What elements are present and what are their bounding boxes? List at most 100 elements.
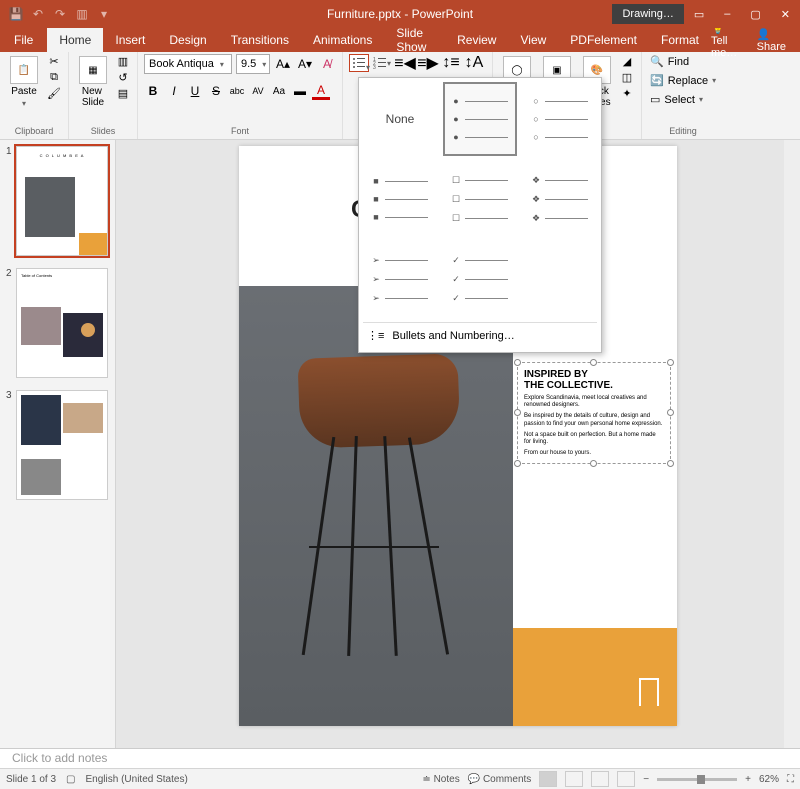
line-spacing-icon[interactable]: ↕≡ xyxy=(441,54,461,72)
bullet-option-blank[interactable] xyxy=(523,242,597,316)
bullet-option-check[interactable]: ✓ ✓ ✓ xyxy=(443,242,517,316)
comments-toggle[interactable]: 💬 Comments xyxy=(468,774,532,785)
redo-icon[interactable]: ↷ xyxy=(52,6,68,22)
bullets-dropdown: None ● ● ● ○ ○ ○ ■ ■ ■ ☐ ☐ ☐ ❖ ❖ ❖ ➢ ➢ xyxy=(358,77,602,353)
strike-button[interactable]: S xyxy=(207,82,225,100)
bullet-option-hollow-square[interactable]: ☐ ☐ ☐ xyxy=(443,162,517,236)
italic-button[interactable]: I xyxy=(165,82,183,100)
language-indicator[interactable]: English (United States) xyxy=(86,774,188,785)
numbering-button[interactable]: 123▾ xyxy=(372,54,392,72)
paste-icon: 📋 xyxy=(10,56,38,84)
group-font: Book Antiqua▾ 9.5▾ A▴ A▾ A̸ B I U S abc … xyxy=(138,52,343,139)
new-slide-button[interactable]: ▦ New Slide xyxy=(75,54,111,110)
sorter-view-button[interactable] xyxy=(565,771,583,787)
spell-check-icon[interactable]: ▢ xyxy=(66,774,75,785)
slide-thumbnail-1[interactable]: C O L U M B E A xyxy=(16,146,108,256)
tab-format[interactable]: Format xyxy=(649,28,711,52)
tab-review[interactable]: Review xyxy=(445,28,508,52)
tab-slideshow[interactable]: Slide Show xyxy=(384,28,445,52)
share-button[interactable]: 👤 Share xyxy=(757,28,786,53)
text-direction-icon[interactable]: ↕A xyxy=(464,54,484,72)
tab-pdfelement[interactable]: PDFelement xyxy=(558,28,649,52)
shrink-font-icon[interactable]: A▾ xyxy=(296,55,314,73)
zoom-out-button[interactable]: − xyxy=(643,774,649,785)
highlight-icon[interactable]: ▬ xyxy=(291,82,309,100)
notes-pane[interactable]: Click to add notes xyxy=(0,748,800,768)
case-button[interactable]: Aa xyxy=(270,82,288,100)
textbox-para: Not a space built on perfection. But a h… xyxy=(524,432,664,446)
bullets-button[interactable]: ▾ xyxy=(349,54,369,72)
normal-view-button[interactable] xyxy=(539,771,557,787)
bullet-option-square[interactable]: ■ ■ ■ xyxy=(363,162,437,236)
tab-insert[interactable]: Insert xyxy=(103,28,157,52)
thumbnail-pane[interactable]: 1 C O L U M B E A 2 Table of Contents 3 xyxy=(0,140,116,748)
select-button[interactable]: ▭ Select ▾ xyxy=(648,92,705,107)
vertical-scrollbar[interactable] xyxy=(784,140,800,748)
close-button[interactable]: ✕ xyxy=(771,4,800,25)
bullet-option-circle[interactable]: ○ ○ ○ xyxy=(523,82,597,156)
increase-indent-icon[interactable]: ≡▶ xyxy=(418,54,438,72)
tab-view[interactable]: View xyxy=(508,28,558,52)
bullet-option-star[interactable]: ❖ ❖ ❖ xyxy=(523,162,597,236)
textbox-para: From our house to yours. xyxy=(524,450,664,457)
tab-home[interactable]: Home xyxy=(47,28,103,52)
shadow-button[interactable]: abc xyxy=(228,82,246,100)
notes-toggle[interactable]: ≐ Notes xyxy=(422,774,459,785)
bold-button[interactable]: B xyxy=(144,82,162,100)
tab-file[interactable]: File xyxy=(0,28,47,52)
group-editing: 🔍 Find 🔄 Replace ▾ ▭ Select ▾ Editing xyxy=(642,52,724,139)
reading-view-button[interactable] xyxy=(591,771,609,787)
save-icon[interactable]: 💾 xyxy=(8,6,24,22)
title-bar: 💾 ↶ ↷ ▥ ▾ Furniture.pptx - PowerPoint Dr… xyxy=(0,0,800,28)
paste-button[interactable]: 📋 Paste ▾ xyxy=(6,54,42,110)
bullets-and-numbering-link[interactable]: ⋮≡ Bullets and Numbering… xyxy=(363,322,597,348)
find-button[interactable]: 🔍 Find xyxy=(648,54,691,69)
slide-thumbnail-2[interactable]: Table of Contents xyxy=(16,268,108,378)
replace-button[interactable]: 🔄 Replace ▾ xyxy=(648,73,718,88)
cut-icon[interactable]: ✂ xyxy=(46,54,62,68)
tab-transitions[interactable]: Transitions xyxy=(219,28,301,52)
ribbon-options-icon[interactable]: ▭ xyxy=(684,4,714,25)
svg-text:3: 3 xyxy=(373,65,376,69)
thumb-number: 3 xyxy=(6,390,14,500)
fit-to-window-icon[interactable]: ⛶ xyxy=(787,774,794,785)
ribbon-tabs: File Home Insert Design Transitions Anim… xyxy=(0,28,800,52)
section-icon[interactable]: ▤ xyxy=(115,86,131,100)
bullet-option-none[interactable]: None xyxy=(363,82,437,156)
zoom-slider[interactable] xyxy=(657,778,737,781)
bullet-option-disc[interactable]: ● ● ● xyxy=(443,82,517,156)
zoom-in-button[interactable]: + xyxy=(745,774,751,785)
minimize-button[interactable]: – xyxy=(714,4,740,24)
decrease-indent-icon[interactable]: ≡◀ xyxy=(395,54,415,72)
clear-format-icon[interactable]: A̸ xyxy=(318,55,336,73)
spacing-button[interactable]: AV xyxy=(249,82,267,100)
zoom-level[interactable]: 62% xyxy=(759,774,779,785)
new-slide-icon: ▦ xyxy=(79,56,107,84)
group-slides: ▦ New Slide ▥ ↺ ▤ Slides xyxy=(69,52,138,139)
status-bar: Slide 1 of 3 ▢ English (United States) ≐… xyxy=(0,768,800,789)
undo-icon[interactable]: ↶ xyxy=(30,6,46,22)
shape-fill-icon[interactable]: ◢ xyxy=(619,54,635,68)
grow-font-icon[interactable]: A▴ xyxy=(274,55,292,73)
slideshow-view-button[interactable] xyxy=(617,771,635,787)
format-painter-icon[interactable]: 🖌 xyxy=(46,86,62,100)
tab-animations[interactable]: Animations xyxy=(301,28,384,52)
group-label: Editing xyxy=(648,124,718,137)
qat-customize-icon[interactable]: ▾ xyxy=(96,6,112,22)
shape-effects-icon[interactable]: ✦ xyxy=(619,86,635,100)
underline-button[interactable]: U xyxy=(186,82,204,100)
copy-icon[interactable]: ⧉ xyxy=(46,70,62,84)
bullet-option-arrow[interactable]: ➢ ➢ ➢ xyxy=(363,242,437,316)
font-name-combo[interactable]: Book Antiqua▾ xyxy=(144,54,232,74)
maximize-button[interactable]: ▢ xyxy=(740,4,770,25)
layout-icon[interactable]: ▥ xyxy=(115,54,131,68)
text-box-selected[interactable]: INSPIRED BY THE COLLECTIVE. Explore Scan… xyxy=(517,362,671,464)
start-from-beginning-icon[interactable]: ▥ xyxy=(74,6,90,22)
reset-icon[interactable]: ↺ xyxy=(115,70,131,84)
shape-outline-icon[interactable]: ◫ xyxy=(619,70,635,84)
tab-design[interactable]: Design xyxy=(157,28,218,52)
font-color-button[interactable]: A xyxy=(312,82,330,100)
slide-thumbnail-3[interactable] xyxy=(16,390,108,500)
font-size-combo[interactable]: 9.5▾ xyxy=(236,54,270,74)
window-title: Furniture.pptx - PowerPoint xyxy=(327,7,473,21)
